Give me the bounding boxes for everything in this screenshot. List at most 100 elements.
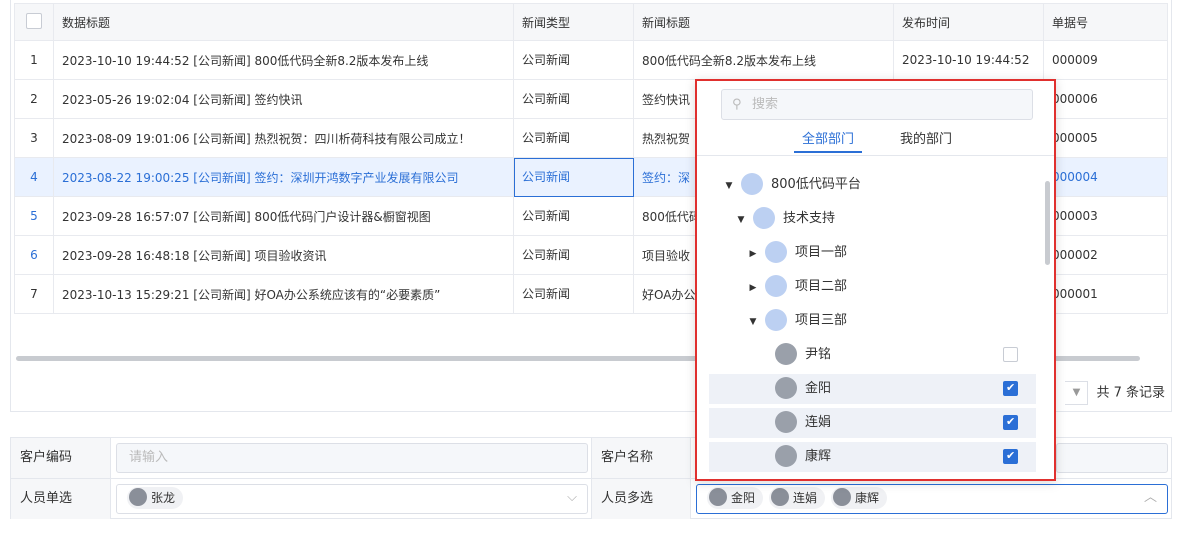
cell-data-title[interactable]: 2023-09-28 16:48:18 [公司新闻] 项目验收资讯 [53,235,514,275]
single-person-label: 人员单选 [11,479,111,519]
total-records: 共 7 条记录 [1096,385,1165,401]
grid-header-row: 数据标题 新闻类型 新闻标题 发布时间 单据号 [14,3,1168,41]
customer-code-label: 客户编码 [11,438,111,478]
cell-doc-no[interactable]: 000003 [1043,196,1168,236]
user-avatar-icon [775,410,797,433]
cell-news-type[interactable]: 公司新闻 [513,235,634,275]
caret-down-icon[interactable]: ▼ [735,205,747,235]
tree-node-label: 技术支持 [783,211,836,226]
user-avatar-icon [775,444,797,467]
cell-data-title[interactable]: 2023-10-10 19:44:52 [公司新闻] 800低代码全新8.2版本… [53,40,514,80]
table-row[interactable]: 1 2023-10-10 19:44:52 [公司新闻] 800低代码全新8.2版… [14,40,1168,80]
person-tag-lianjuan[interactable]: 连娟 [769,486,826,509]
tree-node-department[interactable]: ▼ 技术支持 [735,204,835,234]
cell-data-title[interactable]: 2023-05-26 19:02:04 [公司新闻] 签约快讯 [53,79,514,119]
row-index[interactable]: 4 [14,157,54,197]
user-avatar-icon [771,488,790,506]
header-news-title[interactable]: 新闻标题 [633,3,894,41]
tree-node-label: 连娟 [805,415,832,430]
department-icon [765,308,787,331]
person-checkbox[interactable]: ✔ [1003,415,1018,430]
caret-down-icon[interactable]: ▼ [747,307,759,337]
cell-news-type[interactable]: 公司新闻 [513,118,634,158]
tree-node-label: 项目一部 [795,245,848,260]
person-checkbox[interactable] [1003,347,1018,362]
cell-news-type[interactable]: 公司新闻 [513,196,634,236]
user-avatar-icon [129,488,147,506]
row-index[interactable]: 6 [14,235,54,275]
row-index[interactable]: 2 [14,79,54,119]
tree-node-department[interactable]: ▶ 项目一部 [747,238,847,268]
tree-node-person[interactable]: 连娟 ✔ [709,408,1036,438]
cell-news-title[interactable]: 800低代码全新8.2版本发布上线 [633,40,894,80]
cell-doc-no[interactable]: 000004 [1043,157,1168,197]
person-tag-jinyang[interactable]: 金阳 [707,486,764,509]
row-index[interactable]: 5 [14,196,54,236]
header-data-title[interactable]: 数据标题 [53,3,514,41]
cell-doc-no[interactable]: 000009 [1043,40,1168,80]
caret-right-icon[interactable]: ▶ [747,273,759,303]
tab-all-departments[interactable]: 全部部门 [794,129,863,153]
tree-node-label: 尹铭 [805,347,832,362]
customer-code-input[interactable]: 请输入 [116,443,588,473]
multi-person-label: 人员多选 [591,479,691,519]
tree-node-label: 康辉 [805,449,832,464]
tree-node-person[interactable]: 金阳 ✔ [709,374,1036,404]
pagination: ▼ 共 7 条记录 [1065,381,1165,405]
customer-name-input[interactable] [1056,443,1168,473]
row-index[interactable]: 3 [14,118,54,158]
tree-node-label: 项目三部 [795,313,848,328]
tree-node-person[interactable]: 尹铭 [709,340,1036,370]
cell-data-title[interactable]: 2023-10-13 15:29:21 [公司新闻] 好OA办公系统应该有的“必… [53,274,514,314]
user-avatar-icon [833,488,852,506]
tree-node-department[interactable]: ▼ 项目三部 [747,306,847,336]
department-icon [753,206,775,229]
cell-data-title[interactable]: 2023-08-09 19:01:06 [公司新闻] 热烈祝贺：四川析荷科技有限… [53,118,514,158]
user-avatar-icon [775,342,797,365]
header-news-type[interactable]: 新闻类型 [513,3,634,41]
single-person-select[interactable]: 张龙 ⌵ [116,484,588,514]
tree-node-label: 金阳 [805,381,832,396]
row-index[interactable]: 1 [14,40,54,80]
person-checkbox[interactable]: ✔ [1003,381,1018,396]
tab-divider [697,155,1054,156]
tree-node-person[interactable]: 康辉 ✔ [709,442,1036,472]
select-all-checkbox[interactable] [14,3,54,41]
person-checkbox[interactable]: ✔ [1003,449,1018,464]
tree-node-label: 800低代码平台 [771,177,861,192]
department-icon [765,240,787,263]
cell-news-type[interactable]: 公司新闻 [513,40,634,80]
row-index[interactable]: 7 [14,274,54,314]
tree-node-department[interactable]: ▶ 项目二部 [747,272,847,302]
page-size-select[interactable]: ▼ [1065,381,1089,405]
tab-my-department[interactable]: 我的部门 [900,129,952,151]
person-tag-kanghui[interactable]: 康辉 [831,486,888,509]
cell-data-title[interactable]: 2023-08-22 19:00:25 [公司新闻] 签约：深圳开鸿数字产业发展… [53,157,514,197]
cell-news-type[interactable]: 公司新闻 [513,157,634,197]
chevron-down-icon: ⌵ [567,490,577,505]
cell-doc-no[interactable]: 000005 [1043,118,1168,158]
cell-doc-no[interactable]: 000001 [1043,274,1168,314]
header-publish-time[interactable]: 发布时间 [893,3,1044,41]
user-avatar-icon [775,376,797,399]
cell-doc-no[interactable]: 000002 [1043,235,1168,275]
person-tag: 张龙 [127,486,184,509]
tree-node-department[interactable]: ▼ 800低代码平台 [723,170,861,200]
multi-person-select[interactable]: 金阳 连娟 康辉 ︿ [696,484,1168,514]
search-icon: ⚲ [732,97,742,112]
department-icon [765,274,787,297]
picker-scrollbar[interactable] [1045,181,1050,265]
header-doc-no[interactable]: 单据号 [1043,3,1168,41]
cell-news-type[interactable]: 公司新闻 [513,79,634,119]
caret-down-icon[interactable]: ▼ [723,171,735,201]
cell-doc-no[interactable]: 000006 [1043,79,1168,119]
form-row-2: 人员单选 张龙 ⌵ 人员多选 金阳 连娟 康辉 ︿ [11,479,1171,519]
cell-news-type[interactable]: 公司新闻 [513,274,634,314]
user-avatar-icon [709,488,727,506]
department-person-picker: ⚲ 搜索 全部部门 我的部门 ▼ 800低代码平台 ▼ 技术支持 ▶ 项目一部 ▶ 项目二部 ▼… [695,79,1056,481]
cell-publish-time[interactable]: 2023-10-10 19:44:52 [893,40,1044,80]
cell-data-title[interactable]: 2023-09-28 16:57:07 [公司新闻] 800低代码门户设计器&橱… [53,196,514,236]
customer-name-label: 客户名称 [591,438,691,478]
caret-right-icon[interactable]: ▶ [747,239,759,269]
picker-search-input[interactable]: ⚲ 搜索 [721,89,1033,120]
